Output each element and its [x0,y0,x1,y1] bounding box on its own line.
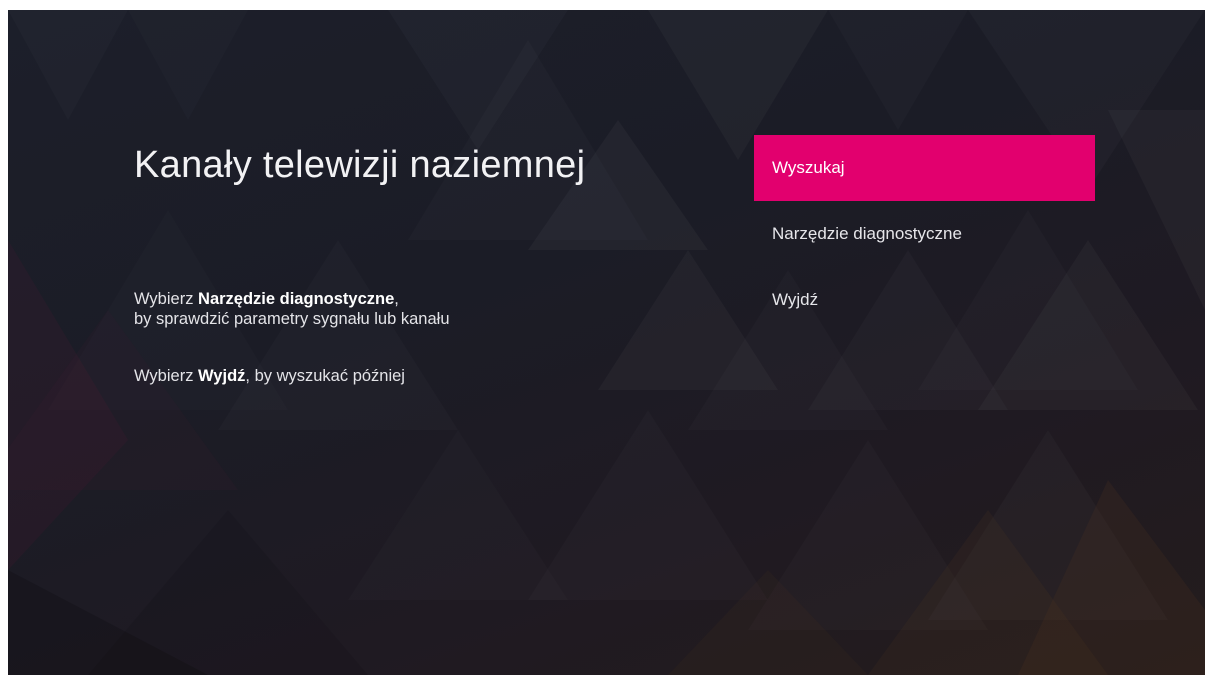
instruction-diagnostics: Wybierz Narzędzie diagnostyczne, by spra… [134,289,654,329]
instruction-diagnostics-bold: Narzędzie diagnostyczne [198,290,395,308]
instruction-exit: Wybierz Wyjdź, by wyszukać później [134,366,654,386]
menu-item-search-label: Wyszukaj [772,158,845,177]
menu-item-search[interactable]: Wyszukaj [754,135,1095,201]
instruction-exit-bold: Wyjdź [198,367,246,385]
menu-item-exit[interactable]: Wyjdź [754,267,1095,333]
instruction-diagnostics-line2: by sprawdzić parametry sygnału lub kanał… [134,310,450,328]
instruction-exit-suffix: , by wyszukać później [245,367,405,385]
menu-item-exit-label: Wyjdź [772,290,819,309]
triangle-background-pattern [8,240,1205,675]
instruction-exit-prefix: Wybierz [134,367,199,385]
menu-item-diagnostic-tool[interactable]: Narzędzie diagnostyczne [754,201,1095,267]
instruction-diagnostics-suffix: , [394,290,399,308]
menu-item-diagnostic-tool-label: Narzędzie diagnostyczne [772,224,962,243]
action-menu: Wyszukaj Narzędzie diagnostyczne Wyjdź [754,135,1095,333]
instruction-diagnostics-prefix: Wybierz [134,290,199,308]
page-title: Kanały telewizji naziemnej [134,144,586,186]
tv-screen: Kanały telewizji naziemnej Wybierz Narzę… [8,10,1205,675]
